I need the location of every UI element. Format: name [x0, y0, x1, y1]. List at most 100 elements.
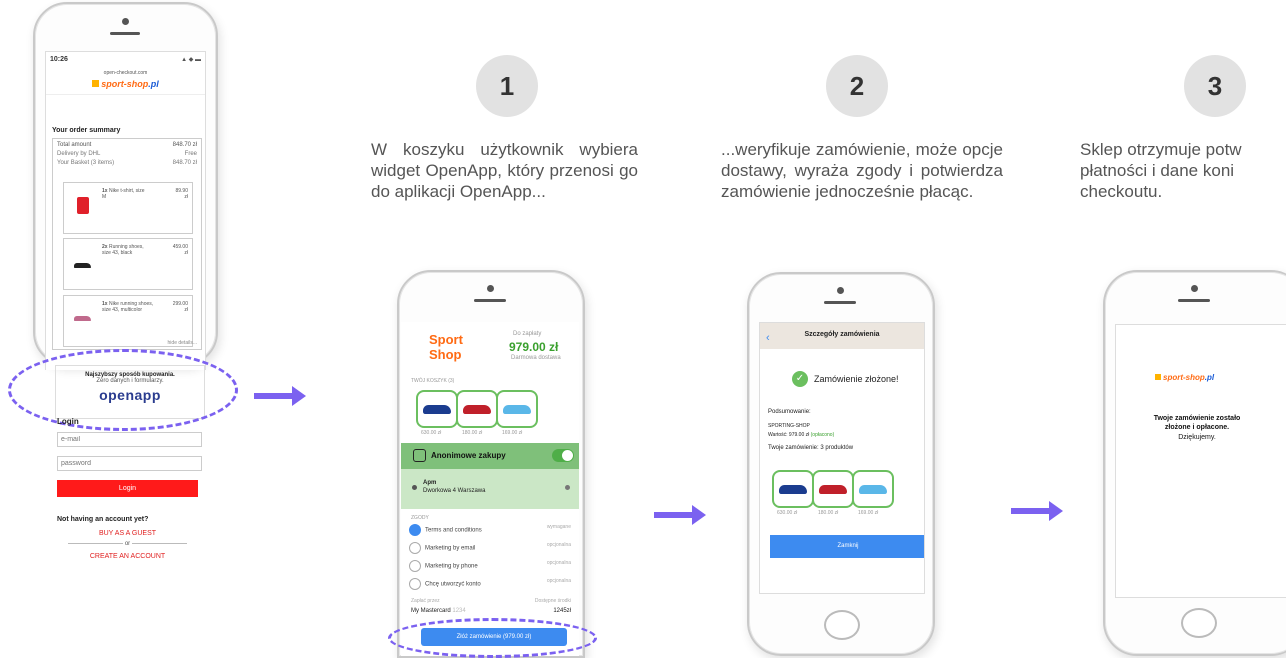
home-button	[1181, 608, 1217, 638]
no-account-text: Not having an account yet?	[57, 516, 149, 523]
button-highlight	[388, 618, 597, 658]
shop-name: SPORTING-SHOP	[768, 423, 810, 429]
product-thumb	[416, 390, 458, 428]
login-label: Login	[57, 417, 79, 426]
summary-title: Your order summary	[52, 127, 121, 134]
product-name: Nike running shoes, size 43, multicolor	[102, 301, 154, 313]
tshirt-image	[77, 197, 89, 214]
apm-title: Apm	[423, 480, 437, 486]
total-value: 848.70 zł	[172, 142, 197, 148]
anonymous-label: Anonimowe zakupy	[431, 451, 506, 460]
product-name: Nike t-shirt, size M	[102, 188, 145, 200]
clock: 10:26	[50, 56, 68, 63]
login-button[interactable]: Login	[57, 480, 198, 497]
shoe-image	[74, 316, 91, 321]
product-thumb	[852, 470, 894, 508]
free-delivery: Darmowa dostawa	[511, 355, 561, 361]
brand-logo: sport-shop.pl	[1155, 373, 1214, 382]
url-bar[interactable]: open-checkout.com	[46, 70, 205, 76]
product-price: 630.00 zł	[421, 430, 442, 436]
step-text-3: Sklep otrzymuje potw płatności i dane ko…	[1080, 140, 1242, 201]
checked-radio-icon	[409, 524, 421, 536]
consent-item[interactable]: Terms and conditions wymagane	[409, 524, 571, 536]
apm-address: Dworkowa 4 Warszawa	[423, 488, 486, 494]
product-item: 1x Nike t-shirt, size M 89.90 zł	[63, 182, 193, 234]
create-account-link[interactable]: CREATE AN ACCOUNT	[57, 553, 198, 560]
product-thumb	[812, 470, 854, 508]
order-placed: Zamówienie złożone!	[814, 374, 899, 384]
phone-openapp: Sport Shop Do zapłaty 979.00 zł Darmowa …	[397, 270, 585, 658]
radio-icon	[409, 560, 421, 572]
info-icon[interactable]	[565, 485, 570, 490]
product-price: 169.00 zł	[502, 430, 523, 436]
brand-logo: sport-shop.pl	[46, 79, 205, 89]
confirmation-line-1: Twoje zamówienie zostało	[1153, 415, 1241, 422]
checkout-screen: 10:26 ▲ ◆ ▬ open-checkout.com sport-shop.…	[45, 51, 206, 370]
consent-item[interactable]: Marketing by phone opcjonalna	[409, 560, 571, 572]
arrow-right	[654, 505, 706, 525]
location-icon	[412, 485, 417, 490]
close-button[interactable]: Zamknij	[770, 535, 924, 558]
amount: 979.00 zł	[509, 340, 559, 354]
step-number-1: 1	[476, 55, 538, 117]
mask-icon	[413, 449, 426, 462]
confirmation-line-2: złożone i opłacone.	[1164, 424, 1230, 431]
total-label: Total amount	[57, 142, 92, 148]
status-icons: ▲ ◆ ▬	[181, 57, 201, 63]
header-bar: ‹ Szczegóły zamówienia	[760, 323, 924, 349]
available-funds-label: Dostępne środki	[534, 598, 571, 604]
order-count: Twoje zamówienie: 3 produktów	[768, 445, 854, 451]
order-value: Wartość: 979.00 zł (opłacono)	[768, 432, 835, 438]
product-price: 180.00 zł	[818, 510, 839, 516]
product-thumb	[496, 390, 538, 428]
speaker	[110, 32, 140, 35]
confirmation-screen: sport-shop.pl Twoje zamówienie zostało z…	[1115, 324, 1286, 598]
product-price: 169.00 zł	[858, 510, 879, 516]
arrow-right	[1011, 501, 1063, 521]
basket-label: TWÓJ KOSZYK (3)	[411, 378, 455, 384]
product-price: 180.00 zł	[462, 430, 483, 436]
summary-label: Podsumowanie:	[768, 409, 811, 415]
phone-confirmation: sport-shop.pl Twoje zamówienie zostało z…	[1103, 270, 1286, 656]
step-number-2: 2	[826, 55, 888, 117]
anonymous-toggle-row[interactable]: Anonimowe zakupy	[401, 443, 579, 469]
toggle-switch[interactable]	[552, 449, 574, 462]
card-row[interactable]: My Mastercard 1234 1245zł	[411, 608, 571, 614]
pickup-point[interactable]: Apm Dworkowa 4 Warszawa	[401, 469, 579, 509]
product-item: 2x Running shoes, size 43, black 459.00 z…	[63, 238, 193, 290]
consent-label: ZGODY	[411, 515, 429, 521]
step-text-2: ...weryfikuje zamówienie, może opcje dos…	[721, 140, 1003, 201]
divider-or: or	[57, 541, 198, 547]
pay-by-label: Zapłać przez	[411, 598, 440, 604]
header-title: Szczegóły zamówienia	[804, 331, 880, 338]
guest-link[interactable]: BUY AS A GUEST	[57, 530, 198, 537]
password-field[interactable]	[57, 456, 202, 471]
openapp-screen: Sport Shop Do zapłaty 979.00 zł Darmowa …	[401, 322, 579, 656]
home-button	[824, 610, 860, 640]
pay-label: Do zapłaty	[513, 331, 542, 337]
check-icon: ✓	[792, 371, 808, 387]
hide-details-link[interactable]: hide details...	[168, 340, 197, 346]
order-details-screen: ‹ Szczegóły zamówienia ✓ Zamówienie złoż…	[759, 322, 925, 594]
basket-value: 848.70 zł	[172, 160, 197, 166]
camera	[122, 18, 129, 25]
delivery-value: Free	[184, 151, 197, 157]
product-thumb	[772, 470, 814, 508]
thank-you: Dziękujemy.	[1178, 434, 1216, 441]
phone-order-details: ‹ Szczegóły zamówienia ✓ Zamówienie złoż…	[747, 272, 935, 656]
product-price: 630.00 zł	[777, 510, 798, 516]
shop-name: Sport Shop	[429, 332, 463, 362]
brand-icon	[92, 80, 100, 87]
product-thumb	[456, 390, 498, 428]
delivery-label: Delivery by DHL	[57, 151, 101, 157]
brand-icon	[1155, 374, 1161, 380]
widget-highlight	[8, 349, 238, 431]
consent-item[interactable]: Marketing by email opcjonalna	[409, 542, 571, 554]
basket-label: Your Basket (3 items)	[57, 160, 115, 166]
product-name: Running shoes, size 43, black	[102, 244, 144, 256]
phone-checkout: 10:26 ▲ ◆ ▬ open-checkout.com sport-shop.…	[33, 2, 218, 370]
radio-icon	[409, 542, 421, 554]
email-field[interactable]	[57, 432, 202, 447]
summary-box: Total amount 848.70 zł Delivery by DHL Fre…	[52, 138, 202, 350]
consent-item[interactable]: Chcę utworzyć konto opcjonalna	[409, 578, 571, 590]
